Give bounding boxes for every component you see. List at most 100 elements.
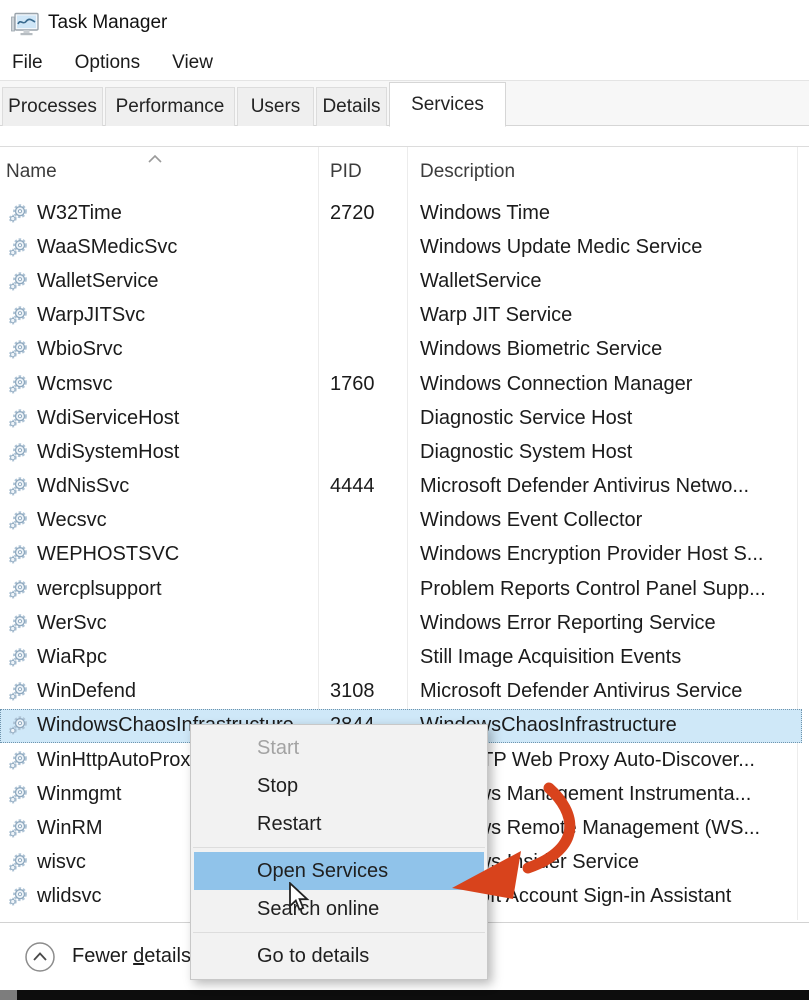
service-gear-icon (8, 237, 29, 258)
service-gear-icon (8, 476, 29, 497)
service-name: wercplsupport (37, 578, 162, 601)
context-menu-item-go-to-details[interactable]: Go to details (191, 937, 487, 975)
service-row[interactable]: WaaSMedicSvc Windows Update Medic Servic… (0, 230, 802, 264)
service-row[interactable]: Wecsvc Windows Event Collector (0, 504, 802, 538)
service-description: Windows Time (407, 202, 802, 225)
title-bar: Task Manager (0, 0, 809, 46)
tab-users[interactable]: Users (237, 87, 314, 126)
taskbar-chip (0, 990, 17, 1000)
service-row[interactable]: W32Time 2720 Windows Time (0, 196, 802, 230)
service-gear-icon (8, 305, 29, 326)
menu-options[interactable]: Options (75, 52, 140, 74)
menu-separator (193, 932, 485, 933)
service-gear-icon (8, 442, 29, 463)
service-pid: 2720 (318, 202, 407, 225)
service-gear-icon (8, 510, 29, 531)
service-row[interactable]: WiaRpc Still Image Acquisition Events (0, 640, 802, 674)
service-row[interactable]: WarpJITSvc Warp JIT Service (0, 299, 802, 333)
service-description: Windows Error Reporting Service (407, 612, 802, 635)
service-name: WinDefend (37, 680, 136, 703)
fewer-details-button[interactable]: Fewer details (24, 941, 191, 973)
service-name: W32Time (37, 202, 122, 225)
service-description: Windows Event Collector (407, 509, 802, 532)
service-name: WEPHOSTSVC (37, 543, 179, 566)
fewer-details-label: Fewer details (72, 945, 191, 968)
service-description: Windows Update Medic Service (407, 236, 802, 259)
service-description: Windows Connection Manager (407, 373, 802, 396)
service-gear-icon (8, 374, 29, 395)
service-pid: 1760 (318, 373, 407, 396)
service-description: Still Image Acquisition Events (407, 646, 802, 669)
service-gear-icon (8, 715, 29, 736)
service-description: Microsoft Defender Antivirus Service (407, 680, 802, 703)
service-row[interactable]: WbioSrvc Windows Biometric Service (0, 333, 802, 367)
service-row[interactable]: WdiServiceHost Diagnostic Service Host (0, 401, 802, 435)
menu-view[interactable]: View (172, 52, 213, 74)
service-gear-icon (8, 579, 29, 600)
service-name: WdNisSvc (37, 475, 129, 498)
context-menu-item-stop[interactable]: Stop (191, 767, 487, 805)
column-header-pid[interactable]: PID (318, 161, 407, 183)
service-pid: 4444 (318, 475, 407, 498)
service-row[interactable]: WinDefend 3108 Microsoft Defender Antivi… (0, 675, 802, 709)
sort-ascending-icon (146, 148, 164, 170)
service-description: Diagnostic System Host (407, 441, 802, 464)
tab-performance[interactable]: Performance (105, 87, 235, 126)
service-name: WalletService (37, 270, 159, 293)
service-description: Windows Encryption Provider Host S... (407, 543, 802, 566)
service-gear-icon (8, 544, 29, 565)
service-row[interactable]: WEPHOSTSVC Windows Encryption Provider H… (0, 538, 802, 572)
tab-details[interactable]: Details (316, 87, 387, 126)
service-description: Microsoft Defender Antivirus Netwo... (407, 475, 802, 498)
service-name: WaaSMedicSvc (37, 236, 177, 259)
tab-processes[interactable]: Processes (2, 87, 103, 126)
service-row[interactable]: WalletService WalletService (0, 264, 802, 298)
service-row[interactable]: WerSvc Windows Error Reporting Service (0, 606, 802, 640)
service-gear-icon (8, 271, 29, 292)
service-gear-icon (8, 784, 29, 805)
service-row[interactable]: WdNisSvc 4444 Microsoft Defender Antivir… (0, 470, 802, 504)
table-header: Name PID Description (0, 147, 802, 196)
service-gear-icon (8, 647, 29, 668)
task-manager-window: Task Manager File Options View Processes… (0, 0, 809, 1000)
service-gear-icon (8, 886, 29, 907)
service-gear-icon (8, 852, 29, 873)
taskbar-strip (0, 990, 809, 1000)
column-header-description[interactable]: Description (407, 161, 802, 183)
service-name: WdiSystemHost (37, 441, 179, 464)
service-gear-icon (8, 681, 29, 702)
service-name: WinRM (37, 817, 103, 840)
window-title: Task Manager (48, 12, 167, 34)
service-row[interactable]: Wcmsvc 1760 Windows Connection Manager (0, 367, 802, 401)
service-name: wisvc (37, 851, 86, 874)
service-name: WdiServiceHost (37, 407, 179, 430)
service-description: Warp JIT Service (407, 304, 802, 327)
context-menu-item-open-services[interactable]: Open Services (194, 852, 484, 890)
context-menu: StartStopRestart Open ServicesSearch onli… (190, 724, 488, 980)
menu-separator (193, 847, 485, 848)
service-gear-icon (8, 750, 29, 771)
chevron-up-icon (24, 941, 56, 973)
service-name: Wcmsvc (37, 373, 113, 396)
service-description: Problem Reports Control Panel Supp... (407, 578, 802, 601)
menu-file[interactable]: File (12, 52, 43, 74)
context-menu-item-restart[interactable]: Restart (191, 805, 487, 843)
service-row[interactable]: wercplsupport Problem Reports Control Pa… (0, 572, 802, 606)
tab-services[interactable]: Services (389, 82, 506, 127)
service-gear-icon (8, 339, 29, 360)
column-header-name[interactable]: Name (0, 147, 318, 196)
service-description: Windows Biometric Service (407, 338, 802, 361)
service-name: wlidsvc (37, 885, 101, 908)
service-description: WalletService (407, 270, 802, 293)
service-name: Winmgmt (37, 783, 121, 806)
service-name: Wecsvc (37, 509, 107, 532)
context-menu-item-search-online[interactable]: Search online (191, 890, 487, 928)
service-name: WbioSrvc (37, 338, 123, 361)
service-row[interactable]: WdiSystemHost Diagnostic System Host (0, 435, 802, 469)
service-gear-icon (8, 613, 29, 634)
service-name: WerSvc (37, 612, 107, 635)
task-manager-app-icon (10, 9, 40, 39)
service-gear-icon (8, 408, 29, 429)
service-description: Diagnostic Service Host (407, 407, 802, 430)
context-menu-item-start: Start (191, 729, 487, 767)
